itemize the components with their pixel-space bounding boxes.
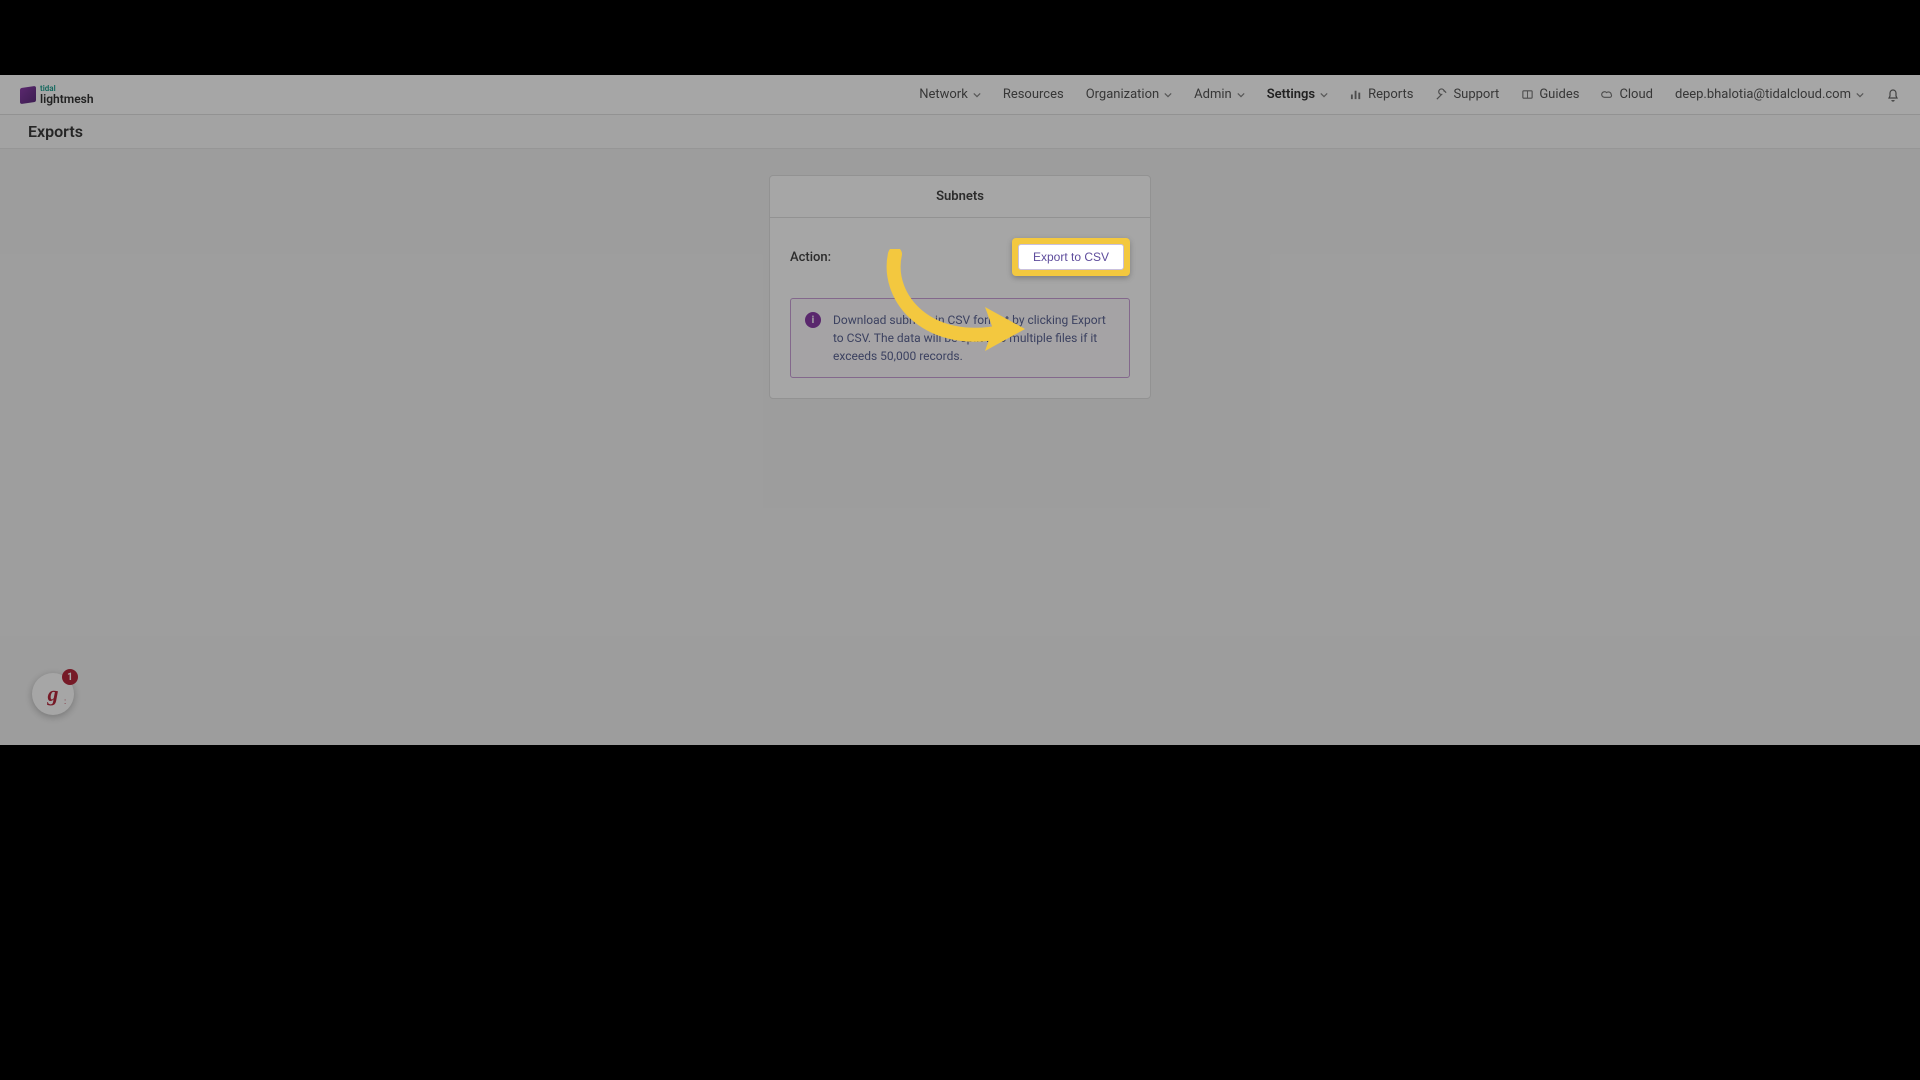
logo[interactable]: tidal lightmesh xyxy=(20,85,94,105)
nav-resources-label: Resources xyxy=(1003,87,1064,102)
info-text: Download subnets in CSV format by clicki… xyxy=(833,311,1115,365)
content-area: Subnets Action: Export to CSV i Download… xyxy=(0,149,1920,399)
help-widget-letter: g xyxy=(48,681,59,707)
info-box: i Download subnets in CSV format by clic… xyxy=(790,298,1130,378)
card-header-label: Subnets xyxy=(936,189,984,204)
card-header: Subnets xyxy=(770,176,1150,218)
page-title: Exports xyxy=(28,122,83,141)
nav-support-label: Support xyxy=(1453,87,1499,102)
nav-guides[interactable]: Guides xyxy=(1521,87,1579,102)
action-row: Action: Export to CSV xyxy=(790,238,1130,276)
app-area: tidal lightmesh Network Resources Organi… xyxy=(0,75,1920,745)
nav-organization[interactable]: Organization xyxy=(1086,87,1172,102)
wrench-icon xyxy=(1435,88,1448,101)
nav-cloud-label: Cloud xyxy=(1619,87,1653,102)
logo-text: tidal lightmesh xyxy=(40,85,94,105)
nav-settings-label: Settings xyxy=(1267,87,1315,102)
nav-network[interactable]: Network xyxy=(919,87,981,102)
nav-settings[interactable]: Settings xyxy=(1267,87,1328,102)
nav-reports[interactable]: Reports xyxy=(1350,87,1413,102)
chevron-down-icon xyxy=(1320,91,1328,99)
top-nav: tidal lightmesh Network Resources Organi… xyxy=(0,75,1920,115)
bell-icon xyxy=(1886,88,1900,102)
logo-lightmesh: lightmesh xyxy=(40,93,94,105)
chevron-down-icon xyxy=(1237,91,1245,99)
nav-resources[interactable]: Resources xyxy=(1003,87,1064,102)
nav-items: Network Resources Organization Admin Set… xyxy=(919,87,1900,102)
nav-guides-label: Guides xyxy=(1539,87,1579,102)
card-body: Action: Export to CSV i Download subnets… xyxy=(770,218,1150,398)
cloud-icon xyxy=(1601,88,1614,101)
page-header: Exports xyxy=(0,115,1920,149)
bar-chart-icon xyxy=(1350,88,1363,101)
nav-admin[interactable]: Admin xyxy=(1194,87,1245,102)
chevron-down-icon xyxy=(1164,91,1172,99)
chevron-down-icon xyxy=(1856,91,1864,99)
nav-support[interactable]: Support xyxy=(1435,87,1499,102)
nav-notifications[interactable] xyxy=(1886,88,1900,102)
nav-admin-label: Admin xyxy=(1194,87,1232,102)
nav-organization-label: Organization xyxy=(1086,87,1159,102)
logo-cube-icon xyxy=(20,85,36,103)
help-widget-circle: g : 1 xyxy=(32,673,74,715)
nav-network-label: Network xyxy=(919,87,968,102)
chevron-down-icon xyxy=(973,91,981,99)
export-to-csv-button[interactable]: Export to CSV xyxy=(1018,244,1124,270)
nav-user-label: deep.bhalotia@tidalcloud.com xyxy=(1675,87,1851,102)
help-widget[interactable]: g : 1 xyxy=(32,673,74,715)
help-widget-badge: 1 xyxy=(62,669,78,685)
nav-user[interactable]: deep.bhalotia@tidalcloud.com xyxy=(1675,87,1864,102)
export-highlight: Export to CSV xyxy=(1012,238,1130,276)
action-label: Action: xyxy=(790,250,831,265)
nav-reports-label: Reports xyxy=(1368,87,1413,102)
nav-cloud[interactable]: Cloud xyxy=(1601,87,1653,102)
letterbox-top xyxy=(0,0,1920,75)
export-card: Subnets Action: Export to CSV i Download… xyxy=(769,175,1151,399)
info-icon: i xyxy=(805,312,821,328)
letterbox-bottom xyxy=(0,745,1920,1080)
book-icon xyxy=(1521,88,1534,101)
help-widget-dots-icon: : xyxy=(64,700,66,704)
